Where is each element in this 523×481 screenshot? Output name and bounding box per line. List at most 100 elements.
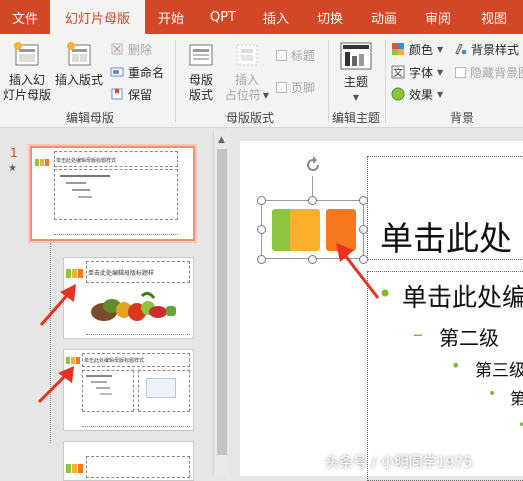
title-checkbox-label: 标题 <box>291 48 316 63</box>
preserve-button[interactable]: 保留 <box>110 85 152 103</box>
body-line <box>72 189 90 191</box>
thumbnail-connector <box>50 243 51 443</box>
green-square-icon <box>66 464 71 473</box>
theme-button[interactable]: 主题 ▼ <box>334 40 378 105</box>
resize-handle-sw[interactable] <box>257 255 266 264</box>
color-palette-icon <box>392 43 404 55</box>
body-level2-text[interactable]: 第二级 <box>439 322 499 351</box>
red-arrow-annotation <box>39 284 76 326</box>
insert-layout-label: 插入版式 <box>54 73 103 87</box>
body-line <box>91 381 107 383</box>
slide-number: 1 <box>10 146 18 160</box>
tab-animations[interactable]: 动画 <box>357 0 411 34</box>
tab-insert[interactable]: 插入 <box>249 0 303 34</box>
checkbox-icon <box>276 49 287 61</box>
resize-handle-ne[interactable] <box>359 196 368 205</box>
body-line <box>66 182 86 184</box>
insert-slide-master-icon <box>14 42 39 66</box>
resize-handle-w[interactable] <box>257 225 266 234</box>
master-layout-icon <box>189 44 213 66</box>
theme-icon <box>340 42 372 70</box>
level4-bullet: • <box>488 386 497 402</box>
master-title-text[interactable]: 单击此处 <box>380 212 512 260</box>
body-line <box>100 393 112 395</box>
left-body-lines <box>86 375 112 395</box>
footer-checkbox[interactable]: 页脚 <box>276 78 315 96</box>
background-styles-button[interactable]: 背景样式 <box>453 40 519 58</box>
watermark-text: 头条号 / 小明同学1975 <box>325 455 473 471</box>
rename-icon <box>110 67 124 77</box>
insert-slide-master-button[interactable]: 插入幻 灯片母版 <box>2 40 52 103</box>
hide-background-checkbox[interactable]: 隐藏背景图 <box>455 63 523 81</box>
fruit-image <box>91 291 176 321</box>
fonts-icon: 文 <box>391 65 405 79</box>
insert-placeholder-icon <box>236 44 258 66</box>
insert-placeholder-label-1: 插入 <box>234 73 259 87</box>
delete-button[interactable]: 删除 <box>110 40 152 58</box>
chevron-down-icon: ▼ <box>352 93 360 102</box>
rotate-handle-icon[interactable] <box>303 155 323 175</box>
fonts-button[interactable]: 文 字体 ▼ <box>391 63 443 81</box>
scroll-up-arrow-icon[interactable]: ▲ <box>218 135 225 145</box>
insert-placeholder-button[interactable]: 插入 占位符 ▼ <box>222 40 272 103</box>
footer-checkbox-label: 页脚 <box>291 80 316 95</box>
tab-view[interactable]: 视图 <box>465 0 523 34</box>
red-arrow-annotation <box>336 243 380 299</box>
green-square-icon <box>35 159 39 166</box>
layout1-thumb-title: 单击此处编辑母版标题样 <box>88 270 155 277</box>
fonts-label: 字体 <box>409 65 434 80</box>
master-layout-label-1: 母版 <box>188 73 213 87</box>
level3-bullet: • <box>451 356 461 375</box>
tab-file[interactable]: 文件 <box>0 0 50 34</box>
slide-master-thumbnail[interactable]: 单击此处编辑母版标题样式 <box>30 146 195 241</box>
scrollbar-thumb[interactable] <box>217 149 227 455</box>
colors-button[interactable]: 颜色 ▼ <box>391 40 443 58</box>
svg-text:文: 文 <box>393 66 403 79</box>
preserve-icon <box>111 88 123 100</box>
tab-slide-master[interactable]: 幻灯片母版 <box>50 0 145 34</box>
tab-qpt[interactable]: QPT <box>197 0 249 34</box>
insert-layout-icon <box>67 42 91 66</box>
insert-layout-button[interactable]: 插入版式 <box>54 40 104 88</box>
rename-button[interactable]: 重命名 <box>110 63 164 81</box>
layout-thumbnail-third[interactable] <box>63 441 194 481</box>
layout-thumbnail-two-content[interactable]: 单击此处编辑母版标题样式 <box>63 349 194 431</box>
yellow-square-shape[interactable] <box>290 209 320 251</box>
layout2-thumb-title: 单击此处编辑母版标题样式 <box>84 358 145 364</box>
star-icon: ★ <box>8 163 17 174</box>
body-level3-text[interactable]: 第三级 <box>475 356 523 381</box>
tab-transitions[interactable]: 切换 <box>303 0 357 34</box>
checkbox-icon <box>455 66 466 78</box>
body-line <box>78 196 92 198</box>
yellow-square-icon <box>72 269 77 278</box>
title-checkbox[interactable]: 标题 <box>276 46 315 64</box>
resize-handle-n[interactable] <box>308 196 317 205</box>
body-level4-text[interactable]: 第 <box>510 385 523 409</box>
checkbox-icon <box>276 81 287 93</box>
delete-label: 删除 <box>128 42 153 57</box>
title-placeholder <box>86 456 190 478</box>
group-separator <box>385 40 386 122</box>
tab-home[interactable]: 开始 <box>145 0 197 34</box>
group-separator <box>175 40 176 122</box>
delete-icon <box>111 43 123 55</box>
tab-review[interactable]: 审阅 <box>411 0 465 34</box>
body-line <box>96 387 110 389</box>
resize-handle-nw[interactable] <box>257 196 266 205</box>
chevron-down-icon: ▼ <box>437 67 444 77</box>
group-label-master-layout: 母版版式 <box>225 111 274 125</box>
group-label-background: 背景 <box>449 111 474 125</box>
thumbnail-scrollbar[interactable]: ▲ <box>213 131 230 476</box>
effects-button[interactable]: 效果 ▼ <box>391 85 443 103</box>
resize-handle-s[interactable] <box>308 255 317 264</box>
green-square-icon <box>66 269 71 278</box>
yellow-square-icon <box>72 464 77 473</box>
insert-placeholder-label-2: 占位符 <box>224 88 261 102</box>
preserve-label: 保留 <box>128 87 153 102</box>
master-layout-button[interactable]: 母版 版式 <box>182 40 220 103</box>
body-level1-text[interactable]: 单击此处编 <box>402 278 523 314</box>
rename-label: 重命名 <box>128 65 165 80</box>
colors-label: 颜色 <box>409 42 434 57</box>
resize-handle-e[interactable] <box>359 225 368 234</box>
orange-square-icon <box>45 159 49 166</box>
